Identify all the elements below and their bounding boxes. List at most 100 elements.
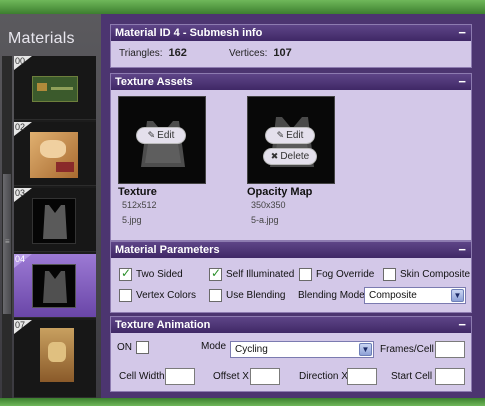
opacity-delete-button[interactable]: ✖ Delete — [263, 148, 317, 165]
material-number: 02 — [15, 122, 26, 132]
top-frame-bar — [0, 0, 485, 14]
scroll-grip-icon: ≡ — [5, 237, 10, 246]
cell-width-input[interactable] — [165, 368, 195, 385]
texture-size: 512x512 — [122, 200, 157, 210]
texture-assets-header: Texture Assets − — [111, 74, 471, 90]
material-item-04[interactable]: 04 — [14, 254, 96, 318]
triangles-info: Triangles: 162 — [119, 47, 187, 59]
checkbox-label: Use Blending — [226, 290, 286, 301]
triangles-value: 162 — [168, 47, 187, 59]
blending-mode-label: Blending Mode — [298, 290, 365, 301]
materials-sidebar: Materials ≡ 00 02 03 04 07 — [0, 14, 101, 398]
texture-animation-header: Texture Animation − — [111, 317, 471, 333]
checkbox-box[interactable] — [136, 341, 149, 354]
material-list: 00 02 03 04 07 — [14, 56, 96, 398]
section-title: Material Parameters — [115, 244, 220, 256]
sidebar-title: Materials — [8, 30, 75, 47]
material-item-03[interactable]: 03 — [14, 188, 96, 252]
material-number: 07 — [15, 320, 26, 330]
select-value: Composite — [369, 290, 417, 301]
checkbox-box[interactable] — [383, 268, 396, 281]
scrollbar-thumb[interactable]: ≡ — [3, 174, 11, 314]
mode-select[interactable]: Cycling ▼ — [230, 341, 374, 358]
texture-name: Texture — [118, 186, 157, 198]
offset-x-input[interactable] — [250, 368, 280, 385]
checkbox-label: Fog Override — [316, 269, 375, 280]
collapse-icon[interactable]: − — [458, 317, 466, 332]
opacity-map-asset: ✎ Edit ✖ Delete Opacity Map 350x350 5-a.jp… — [247, 96, 335, 228]
texture-edit-button[interactable]: ✎ Edit — [136, 127, 186, 144]
cell-width-label: Cell Width — [119, 371, 165, 382]
collapse-icon[interactable]: − — [458, 25, 466, 40]
material-item-07[interactable]: 07 — [14, 320, 96, 398]
vertices-value: 107 — [273, 47, 292, 59]
checkbox-box[interactable] — [209, 266, 222, 281]
texture-asset: ✎ Edit Texture 512x512 5.jpg — [118, 96, 206, 228]
material-thumbnail — [40, 328, 74, 382]
skin-composite-checkbox[interactable]: Skin Composite — [383, 268, 470, 281]
material-thumbnail — [32, 198, 76, 244]
opacity-map-preview[interactable]: ✎ Edit ✖ Delete — [247, 96, 335, 184]
direction-x-label: Direction X — [299, 371, 348, 382]
opacity-map-size: 350x350 — [251, 200, 286, 210]
vertex-colors-checkbox[interactable]: Vertex Colors — [119, 289, 196, 302]
frames-cell-input[interactable] — [435, 341, 465, 358]
delete-icon: ✖ — [270, 151, 279, 161]
material-number: 04 — [15, 254, 26, 264]
checkbox-box[interactable] — [299, 268, 312, 281]
checkbox-label: ON — [117, 342, 132, 353]
mode-label: Mode — [201, 341, 227, 352]
chevron-down-icon[interactable]: ▼ — [359, 343, 372, 356]
start-cell-input[interactable] — [435, 368, 465, 385]
section-title: Material ID 4 - Submesh info — [115, 27, 263, 39]
vertices-label: Vertices: — [229, 48, 268, 59]
collapse-icon[interactable]: − — [458, 242, 466, 257]
triangles-label: Triangles: — [119, 48, 163, 59]
fog-override-checkbox[interactable]: Fog Override — [299, 268, 374, 281]
offset-x-label: Offset X — [213, 371, 249, 382]
direction-x-input[interactable] — [347, 368, 377, 385]
texture-animation-section: Texture Animation − ON Mode Cycling ▼ Fr… — [110, 316, 472, 392]
two-sided-checkbox[interactable]: Two Sided — [119, 266, 183, 281]
checkbox-box[interactable] — [209, 289, 222, 302]
opacity-map-name: Opacity Map — [247, 186, 313, 198]
material-parameters-header: Material Parameters − — [111, 242, 471, 258]
properties-panel: Material ID 4 - Submesh info − Triangles… — [101, 14, 485, 398]
checkbox-box[interactable] — [119, 266, 132, 281]
vertices-info: Vertices: 107 — [229, 47, 292, 59]
material-thumbnail — [30, 132, 78, 178]
checkbox-label: Two Sided — [136, 269, 183, 280]
checkbox-box[interactable] — [119, 289, 132, 302]
frames-cell-label: Frames/Cell — [380, 344, 434, 355]
edit-icon: ✎ — [276, 130, 285, 140]
collapse-icon[interactable]: − — [458, 74, 466, 89]
material-parameters-section: Material Parameters − Two Sided Self Ill… — [110, 241, 472, 313]
submesh-info-header: Material ID 4 - Submesh info − — [111, 25, 471, 41]
chevron-down-icon[interactable]: ▼ — [451, 289, 464, 302]
submesh-info-section: Material ID 4 - Submesh info − Triangles… — [110, 24, 472, 68]
checkbox-label: Skin Composite — [400, 269, 471, 280]
opacity-map-file: 5-a.jpg — [251, 215, 279, 225]
sidebar-scrollbar[interactable]: ≡ — [2, 56, 12, 398]
checkbox-label: Self Illuminated — [226, 269, 295, 280]
texture-file: 5.jpg — [122, 215, 142, 225]
use-blending-checkbox[interactable]: Use Blending — [209, 289, 285, 302]
bottom-frame-bar — [0, 398, 485, 406]
opacity-edit-button[interactable]: ✎ Edit — [265, 127, 315, 144]
texture-assets-section: Texture Assets − ✎ Edit Texture 512x512 5… — [110, 73, 472, 241]
material-number: 03 — [15, 188, 26, 198]
start-cell-label: Start Cell — [391, 371, 433, 382]
blending-mode-select[interactable]: Composite ▼ — [364, 287, 466, 304]
checkbox-label: Vertex Colors — [136, 290, 197, 301]
animation-on-checkbox[interactable]: ON — [117, 341, 153, 354]
edit-icon: ✎ — [147, 130, 156, 140]
material-number: 00 — [15, 56, 26, 66]
material-item-00[interactable]: 00 — [14, 56, 96, 120]
material-thumbnail — [32, 76, 78, 102]
material-item-02[interactable]: 02 — [14, 122, 96, 186]
section-title: Texture Animation — [115, 319, 211, 331]
section-title: Texture Assets — [115, 76, 193, 88]
self-illuminated-checkbox[interactable]: Self Illuminated — [209, 266, 295, 281]
select-value: Cycling — [235, 344, 268, 355]
texture-preview[interactable]: ✎ Edit — [118, 96, 206, 184]
